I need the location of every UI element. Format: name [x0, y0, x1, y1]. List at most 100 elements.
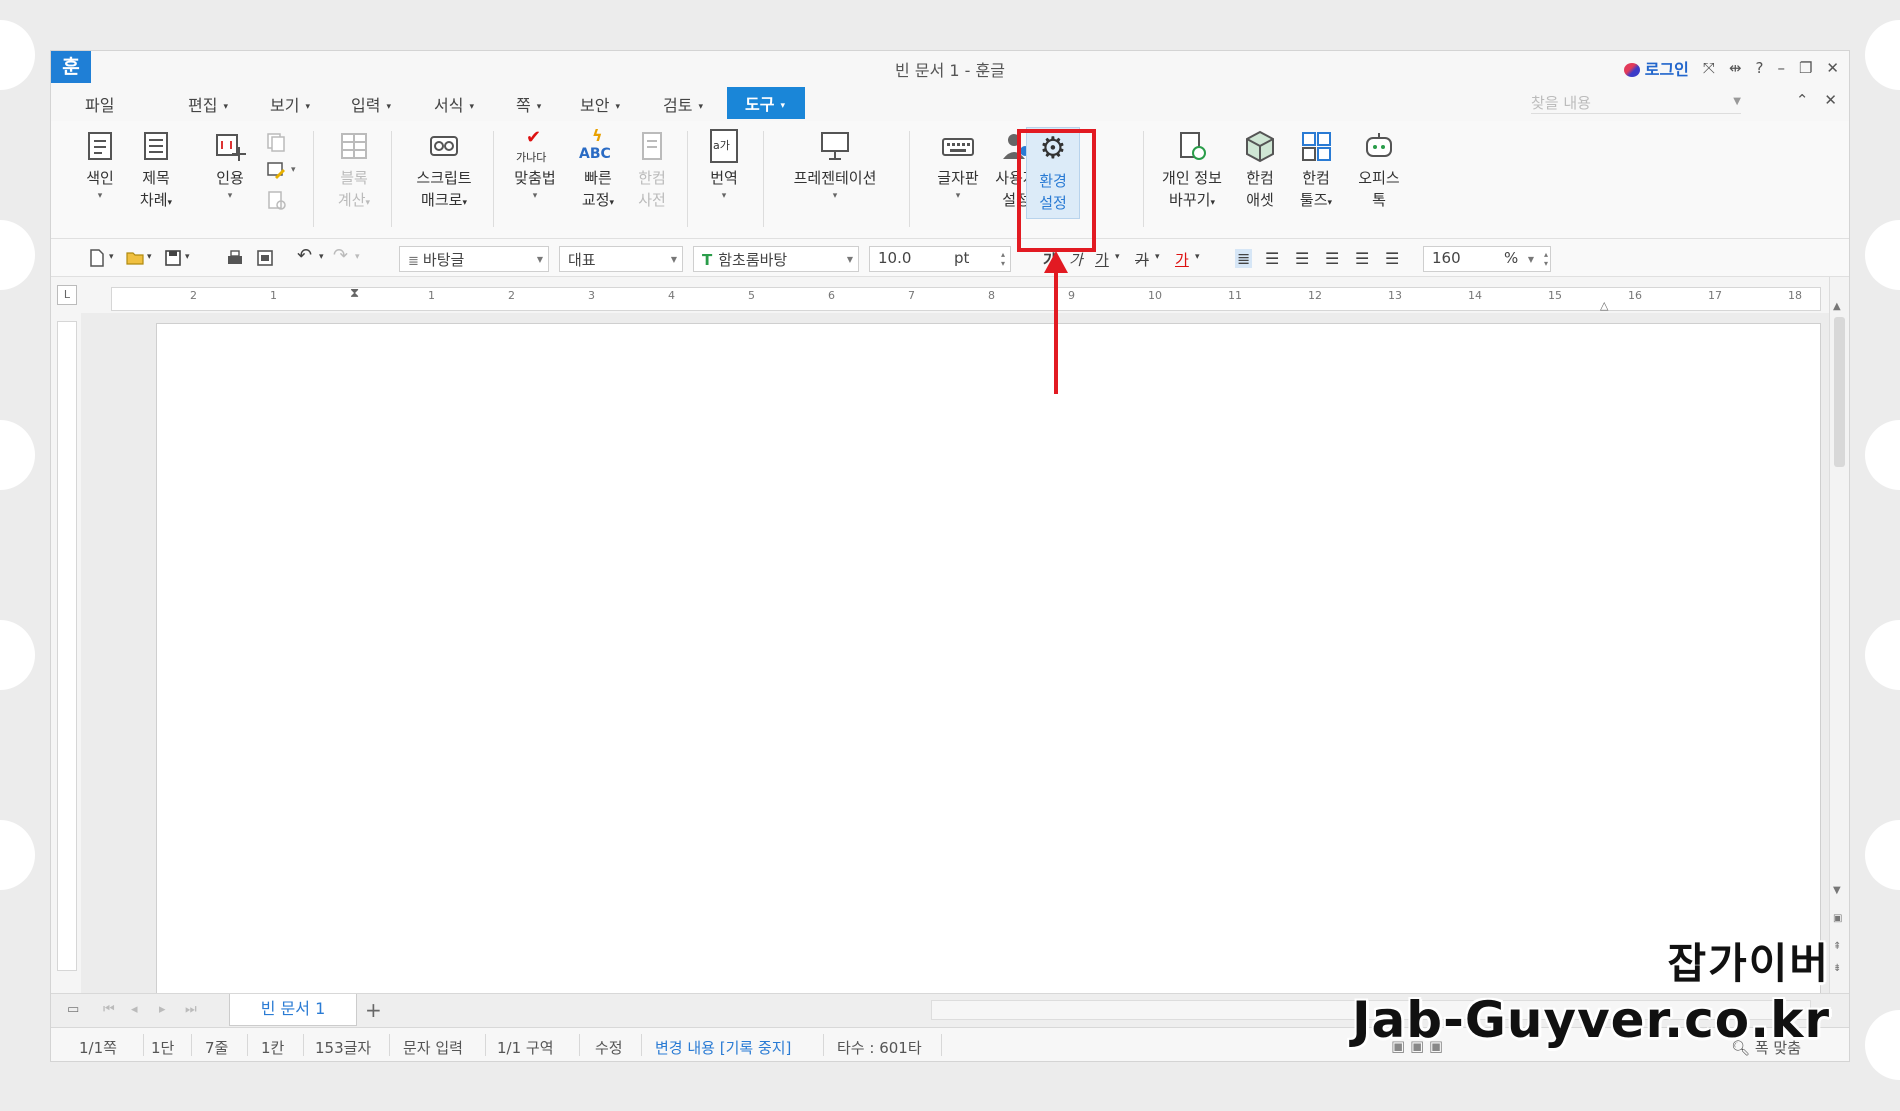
chevron-down-icon[interactable]: ▾	[1155, 252, 1160, 262]
spinner-icon[interactable]: ▴ ▾	[1001, 250, 1005, 268]
autocorrect-button[interactable]: ϟ ABC 빠른 교정▾	[573, 126, 623, 214]
separator	[579, 1034, 580, 1056]
align-justify-icon[interactable]: ≣	[1235, 249, 1253, 268]
align-split-icon[interactable]: ☰	[1385, 249, 1399, 268]
menu-label: 서식	[434, 96, 464, 115]
font-size-input[interactable]: 10.0 pt ▴ ▾	[869, 246, 1011, 272]
tab-list-icon[interactable]: ▭	[67, 1002, 79, 1017]
spinner-icon[interactable]: ▴ ▾	[1544, 250, 1548, 268]
help-button[interactable]: ?	[1756, 59, 1764, 77]
horizontal-ruler[interactable]: 2 1 1 2 3 4 5 6 7 8 9 10 11 12 13 14 15 …	[111, 286, 1821, 312]
copy-icon[interactable]	[265, 131, 287, 153]
tab-document[interactable]: 빈 문서 1	[229, 994, 357, 1026]
status-track-changes[interactable]: 변경 내용 [기록 중지]	[655, 1037, 791, 1058]
status-input-mode[interactable]: 문자 입력	[403, 1037, 463, 1058]
open-folder-icon[interactable]	[125, 248, 145, 268]
restore-button[interactable]: ❐	[1799, 59, 1812, 77]
chevron-down-icon: ▼	[846, 255, 853, 264]
index-button[interactable]: 색인 ▾	[77, 129, 123, 203]
scrollbar-thumb[interactable]	[1834, 317, 1845, 467]
right-margin-marker-icon[interactable]: △	[1600, 299, 1608, 312]
spellcheck-label: 맞춤법	[514, 169, 556, 187]
menu-tools[interactable]: 도구 ▾	[727, 87, 805, 119]
menu-page[interactable]: 쪽 ▾	[516, 92, 541, 116]
status-page[interactable]: 1/1쪽	[79, 1037, 117, 1058]
last-tab-icon[interactable]: ⏭	[185, 1002, 197, 1017]
vertical-scrollbar[interactable]: ▲ ▼ ▣ ⇞ ⇟	[1829, 277, 1849, 997]
menu-view[interactable]: 보기 ▾	[270, 92, 310, 116]
document-icon[interactable]	[265, 189, 287, 211]
close-doc-icon[interactable]: ✕	[1824, 91, 1837, 109]
page-view-icon[interactable]: ▣	[1833, 913, 1842, 924]
font-select[interactable]: T 함초롬바탕 ▼	[693, 246, 859, 272]
menu-insert[interactable]: 입력 ▾	[351, 92, 391, 116]
chevron-down-icon[interactable]: ▾	[147, 252, 152, 262]
login-link[interactable]: 로그인	[1623, 56, 1689, 80]
print-icon[interactable]	[225, 248, 245, 268]
align-center-icon[interactable]: ☰	[1295, 249, 1309, 268]
italic-button[interactable]: 가	[1069, 249, 1083, 270]
fullscreen-icon[interactable]: ⤧	[1703, 59, 1715, 77]
close-button[interactable]: ✕	[1826, 59, 1839, 77]
script-macro-button[interactable]: 스크립트 매크로▾	[407, 129, 481, 214]
chevron-down-icon[interactable]: ▾	[291, 165, 296, 175]
citation-button[interactable]: 인용 ▾	[207, 129, 253, 203]
privacy-replace-button[interactable]: 개인 정보 바꾸기▾	[1153, 129, 1231, 214]
font-color-button[interactable]: 가	[1175, 249, 1189, 270]
menu-edit[interactable]: 편집 ▾	[188, 92, 228, 116]
highlight-pen-icon[interactable]	[265, 159, 287, 181]
align-right-icon[interactable]: ☰	[1325, 249, 1339, 268]
vertical-ruler[interactable]	[57, 321, 77, 971]
chevron-down-icon[interactable]: ▾	[185, 252, 190, 262]
prev-tab-icon[interactable]: ◂	[131, 1002, 138, 1017]
align-left-icon[interactable]: ☰	[1265, 249, 1279, 268]
chevron-down-icon[interactable]: ▾	[1195, 252, 1200, 262]
minimize-button[interactable]: –	[1777, 59, 1785, 77]
scroll-up-icon[interactable]: ▲	[1833, 301, 1841, 312]
prev-page-icon[interactable]: ⇞	[1833, 941, 1841, 952]
add-tab-button[interactable]: +	[365, 998, 382, 1022]
menu-security[interactable]: 보안 ▾	[580, 92, 620, 116]
document-page[interactable]	[156, 323, 1821, 1023]
hancom-tools-button[interactable]: 한컴 툴즈▾	[1291, 129, 1341, 214]
print-preview-icon[interactable]	[255, 248, 275, 268]
block-calc-button[interactable]: 블록 계산▾	[329, 129, 379, 214]
menu-review[interactable]: 검토 ▾	[663, 92, 703, 116]
menu-format[interactable]: 서식 ▾	[434, 92, 474, 116]
redo-icon[interactable]: ↷	[333, 245, 348, 266]
chevron-down-icon[interactable]: ▾	[1115, 252, 1120, 262]
scroll-down-icon[interactable]: ▼	[1833, 885, 1841, 896]
language-select[interactable]: 대표 ▼	[559, 246, 683, 272]
zoom-input[interactable]: 160% ▼ ▴ ▾	[1423, 246, 1551, 272]
spellcheck-button[interactable]: ✔ 가나다 맞춤법 ▾	[507, 127, 563, 203]
chevron-down-icon[interactable]: ▼	[1733, 96, 1741, 107]
office-talk-button[interactable]: 오피스 톡	[1351, 129, 1407, 211]
collapse-ribbon-icon[interactable]: ⌃	[1796, 91, 1809, 109]
pin-icon[interactable]: ⇹	[1729, 59, 1742, 77]
new-document-icon[interactable]	[87, 248, 107, 268]
chevron-down-icon[interactable]: ▾	[109, 252, 114, 262]
save-icon[interactable]	[163, 248, 183, 268]
presentation-button[interactable]: 프레젠테이션 ▾	[777, 129, 893, 203]
chevron-down-icon[interactable]: ▾	[319, 252, 324, 262]
keyboard-button[interactable]: 글자판 ▾	[931, 129, 985, 203]
toc-button[interactable]: 제목 차례▾	[133, 129, 179, 214]
chevron-down-icon[interactable]: ▾	[355, 252, 360, 262]
hancom-dict-button[interactable]: 한컴 사전	[629, 129, 675, 211]
style-select[interactable]: ≣ 바탕글 ▼	[399, 246, 549, 272]
status-edit-mode[interactable]: 수정	[595, 1037, 623, 1058]
ruler-corner[interactable]: L	[57, 285, 77, 305]
strikethrough-button[interactable]: 가	[1135, 249, 1149, 270]
align-distribute-icon[interactable]: ☰	[1355, 249, 1369, 268]
next-tab-icon[interactable]: ▸	[159, 1002, 166, 1017]
find-input[interactable]: 찾을 내용 ▼	[1531, 92, 1741, 114]
translate-button[interactable]: a가 번역 ▾	[701, 129, 747, 203]
indent-marker-icon[interactable]: ⧗	[350, 286, 359, 301]
hancom-asset-button[interactable]: 한컴 애셋	[1237, 129, 1283, 211]
chevron-down-icon[interactable]: ▼	[1528, 255, 1534, 264]
underline-button[interactable]: 가	[1095, 249, 1109, 270]
first-tab-icon[interactable]: ⏮	[103, 1002, 115, 1017]
next-page-icon[interactable]: ⇟	[1833, 963, 1841, 974]
menu-file[interactable]: 파일	[85, 92, 114, 116]
undo-icon[interactable]: ↶	[297, 245, 312, 266]
